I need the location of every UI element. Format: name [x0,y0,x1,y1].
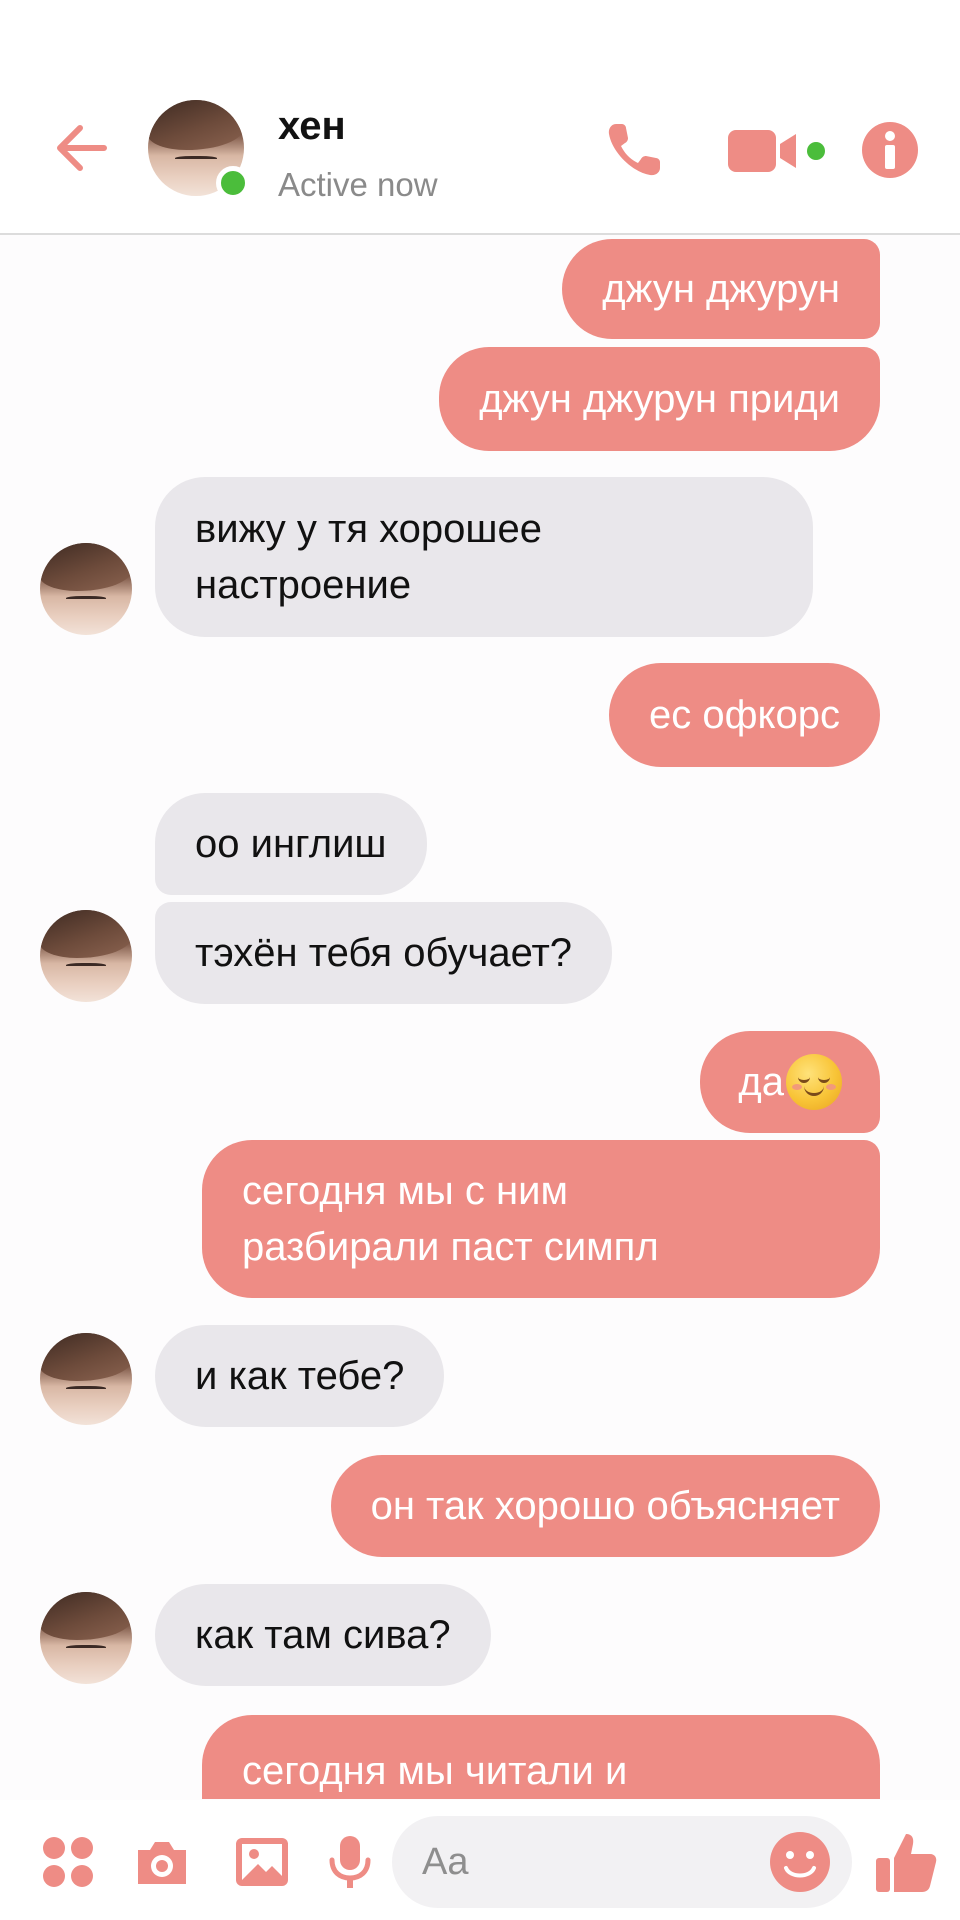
message-text: сегодня мы читали и [242,1749,628,1793]
contact-avatar-small[interactable] [40,910,132,1002]
incoming-message[interactable]: как там сива? [155,1584,491,1686]
message-text: джун джурун приди [479,377,840,421]
online-status-dot [216,166,250,200]
message-composer [0,1800,960,1920]
message-text: вижу у тя хорошее настроение [195,507,542,607]
thumbs-up-icon [876,1834,937,1892]
arrow-left-icon [57,125,107,171]
info-button[interactable] [860,120,920,180]
message-text: оо инглиш [195,822,387,866]
apps-button[interactable] [38,1832,98,1892]
contact-name[interactable]: хен [278,104,346,149]
smiley-icon [770,1832,830,1892]
message-text: тэхён тебя обучает? [195,931,573,975]
emoji-button[interactable] [768,1830,832,1894]
outgoing-message[interactable]: ес офкорс [609,663,880,767]
outgoing-message[interactable]: джун джурун приди [439,347,880,451]
outgoing-message[interactable]: сегодня мы с ним разбирали паст симпл [202,1140,880,1298]
incoming-message[interactable]: оо инглиш [155,793,427,895]
outgoing-message[interactable]: да [700,1031,880,1133]
contact-avatar-small[interactable] [40,1592,132,1684]
contact-avatar-small[interactable] [40,543,132,635]
gallery-button[interactable] [232,1832,292,1892]
back-button[interactable] [52,118,112,178]
voice-message-button[interactable] [320,1832,380,1892]
message-text: как там сива? [195,1613,451,1657]
video-camera-icon [728,130,825,172]
like-button[interactable] [872,1828,940,1896]
chat-header: хен Active now [0,0,960,235]
phone-icon [608,124,660,176]
message-text: сегодня мы с ним разбирали паст симпл [242,1169,659,1269]
camera-icon [138,1842,186,1884]
microphone-icon [329,1836,371,1888]
outgoing-message[interactable]: он так хорошо объясняет [330,1455,880,1557]
contact-avatar-small[interactable] [40,1333,132,1425]
message-input-wrapper [392,1816,852,1908]
image-icon [236,1838,288,1886]
video-call-button[interactable] [726,126,826,176]
smiling-face-icon [786,1054,842,1110]
outgoing-message[interactable]: сегодня мы читали и [202,1715,880,1799]
apps-grid-icon [43,1837,93,1887]
outgoing-message[interactable]: джун джурун [562,239,880,339]
camera-button[interactable] [132,1832,192,1892]
message-text: он так хорошо объясняет [370,1484,840,1528]
incoming-message[interactable]: вижу у тя хорошее настроение [155,477,813,637]
message-input[interactable] [422,1832,742,1892]
message-thread[interactable]: джун джурун джун джурун приди вижу у тя … [0,237,960,1799]
message-text: джун джурун [602,267,840,311]
contact-status: Active now [278,166,438,203]
message-text: ес офкорс [649,693,840,737]
info-icon [862,122,918,178]
message-text: и как тебе? [195,1354,405,1398]
contact-avatar[interactable] [148,100,250,200]
message-text: да [738,1060,784,1104]
voice-call-button[interactable] [602,118,666,182]
messenger-chat-screen: хен Active now джун джурун джун джурун п… [0,0,960,1920]
incoming-message[interactable]: тэхён тебя обучает? [155,902,613,1004]
incoming-message[interactable]: и как тебе? [155,1325,445,1427]
